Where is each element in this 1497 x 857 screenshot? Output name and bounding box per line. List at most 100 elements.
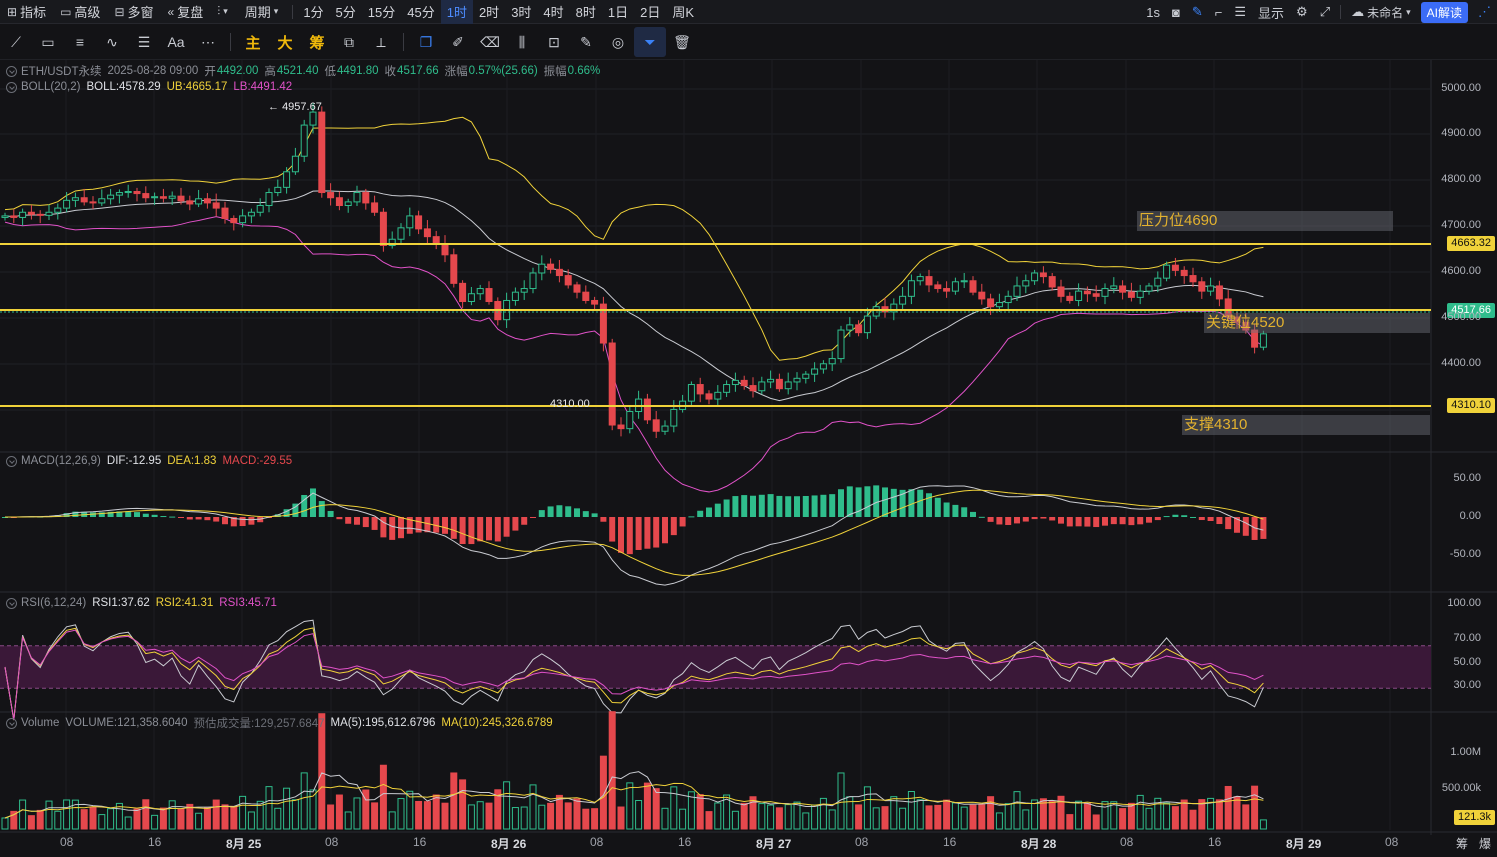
candle-body <box>661 425 669 432</box>
main-force-button[interactable]: 主 <box>237 27 269 57</box>
magnet-icon[interactable]: ⧉ <box>333 27 365 57</box>
time-axis-label: 08 <box>325 835 339 849</box>
parallel-lines-icon[interactable]: ≡ <box>64 27 96 57</box>
camera-icon[interactable]: ◙ <box>1166 0 1186 24</box>
eraser-icon[interactable]: ⌫ <box>474 27 506 57</box>
cloud-layout-dropdown[interactable]: ☁ 未命名 ▾ <box>1345 0 1417 24</box>
chips-corner[interactable]: 筹 <box>1456 835 1468 852</box>
macd-bar <box>618 517 624 553</box>
display-button[interactable]: 显示 <box>1252 0 1290 24</box>
expand-icon[interactable]: ⌐ <box>1209 0 1229 24</box>
price-axis-label: 4900.00 <box>1441 127 1481 139</box>
timeframe-tab[interactable]: 45分 <box>401 0 440 24</box>
volume-bar <box>1251 785 1259 830</box>
time-label: 2025-08-28 09:00 <box>107 65 199 77</box>
chips-button[interactable]: 筹 <box>301 27 333 57</box>
macd-bar <box>574 508 580 517</box>
timeframe-tab[interactable]: 2时 <box>473 0 505 24</box>
timeframe-tab[interactable]: 8时 <box>570 0 602 24</box>
timeframe-tab[interactable]: 3时 <box>505 0 537 24</box>
wave-icon[interactable]: ∿ <box>96 27 128 57</box>
candle-body <box>705 393 713 400</box>
hide-icon[interactable]: ◎ <box>602 27 634 57</box>
copy-icon[interactable]: ❐ <box>410 27 442 57</box>
list-icon[interactable]: ☰ <box>1228 0 1252 24</box>
candle-body <box>309 111 317 126</box>
candle-body <box>987 298 995 308</box>
lock-icon[interactable]: ⊡ <box>538 27 570 57</box>
timeframe-tab[interactable]: 1日 <box>602 0 634 24</box>
candle-body <box>670 408 678 427</box>
macd-bar <box>1172 514 1179 517</box>
timeframe-tab[interactable]: 4时 <box>537 0 569 24</box>
macd-bar <box>582 511 589 517</box>
rectangle-icon[interactable]: ▭ <box>32 27 64 57</box>
visibility-icon[interactable] <box>6 597 17 609</box>
visibility-icon[interactable] <box>6 455 17 467</box>
period-dropdown[interactable]: 周期 ▾ <box>238 0 289 24</box>
macd-bar <box>1181 515 1188 517</box>
ai-analysis-button[interactable]: AI解读 <box>1420 1 1468 23</box>
timeframe-tab[interactable]: 周K <box>666 0 700 24</box>
candle-body <box>643 398 651 421</box>
interval-selector[interactable]: 1s <box>1140 0 1166 24</box>
timeframe-tab[interactable]: 5分 <box>330 0 362 24</box>
candle-body <box>1004 295 1012 304</box>
timeframe-tab[interactable]: 2日 <box>634 0 666 24</box>
candle-body <box>1 215 9 218</box>
advanced-button[interactable]: ▭ 高级 <box>53 0 107 24</box>
timeframe-tab[interactable]: 1时 <box>440 0 473 24</box>
boll-mid-line <box>4 190 1264 402</box>
more-icon[interactable]: ⋯ <box>192 27 224 57</box>
volume-bar <box>327 804 335 830</box>
fib-icon[interactable]: ☰ <box>128 27 160 57</box>
visibility-icon[interactable] <box>6 81 17 93</box>
candle-body <box>459 282 467 303</box>
time-axis-label: 08 <box>1120 835 1134 849</box>
burst-corner[interactable]: 爆 <box>1479 835 1491 852</box>
trend-line-icon[interactable]: ⟋ <box>0 27 32 57</box>
macd-bar <box>336 517 343 520</box>
price-axis-label: 4400.00 <box>1441 357 1481 369</box>
price-axis-label: 4500.00 <box>1441 311 1481 323</box>
timeframe-tab[interactable]: 1分 <box>297 0 329 24</box>
bars-icon[interactable]: ⫼ <box>506 27 538 57</box>
volume-bar <box>177 808 185 830</box>
indicators-button[interactable]: ⊞ 指标 <box>0 0 53 24</box>
brush-icon[interactable]: ✐ <box>442 27 474 57</box>
volume-bar <box>740 802 748 830</box>
volume-bar <box>388 811 396 830</box>
filter-icon[interactable]: ⏷ <box>634 27 666 57</box>
chart-type-button[interactable]: ⫶ ▾ <box>210 0 238 24</box>
fullscreen-icon[interactable]: ⤢ <box>1314 0 1336 24</box>
trash-icon[interactable]: 🗑 <box>666 27 698 57</box>
gear-icon[interactable]: ⚙ <box>1290 0 1314 24</box>
share-icon[interactable]: ⋰ <box>1472 0 1497 24</box>
multi-window-button[interactable]: ⊟ 多窗 <box>107 0 160 24</box>
macd-axis-label: -50.00 <box>1449 548 1481 560</box>
candle-body <box>1075 290 1083 301</box>
edit-icon[interactable]: ✎ <box>570 27 602 57</box>
ruler-icon[interactable]: ⟂ <box>365 27 397 57</box>
volume-bar <box>1189 809 1197 830</box>
timeframe-tab[interactable]: 15分 <box>362 0 401 24</box>
resistance-label[interactable]: 压力位4690 <box>1137 211 1393 231</box>
volume-bar <box>1171 806 1179 830</box>
key-level-label[interactable]: 关键位4520 <box>1204 313 1430 333</box>
macd-bar <box>380 517 387 538</box>
pen-icon[interactable]: ✎ <box>1186 0 1209 24</box>
candle-body <box>687 384 695 402</box>
close-value: 4517.66 <box>397 65 439 77</box>
big-order-button[interactable]: 大 <box>269 27 301 57</box>
chevron-down-icon: ▾ <box>223 6 228 16</box>
candle-body <box>978 291 986 300</box>
visibility-icon[interactable] <box>6 65 17 77</box>
volume-bar <box>907 791 915 830</box>
candle-body <box>652 419 660 432</box>
candle-body <box>907 280 915 297</box>
visibility-icon[interactable] <box>6 717 17 729</box>
text-tool[interactable]: Aa <box>160 27 192 57</box>
replay-button[interactable]: «复盘 <box>161 0 211 24</box>
trading-app: ⊞ 指标 ▭ 高级 ⊟ 多窗 «复盘 ⫶ ▾ 周期 ▾ 1分 5分 15分 45分 1时 2时 3时 4… <box>0 0 1497 857</box>
support-label[interactable]: 支撑4310 <box>1182 415 1430 435</box>
